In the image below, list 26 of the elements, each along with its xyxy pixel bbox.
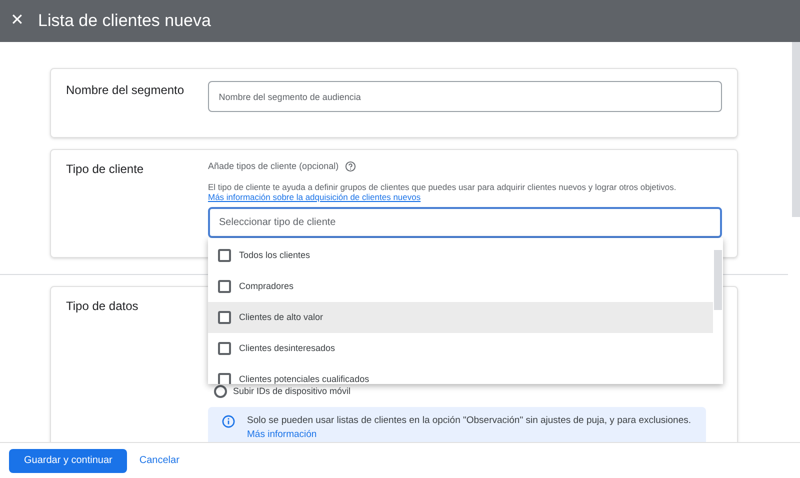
section-label: Tipo de datos [66,298,140,315]
customer-type-select[interactable]: Seleccionar tipo de cliente [208,206,722,238]
learn-more-link[interactable]: Más información sobre la adquisición de clientes nuevos [208,192,421,202]
radio-label: Subir IDs de dispositivo móvil [233,385,351,398]
help-icon[interactable] [344,161,356,172]
checkbox[interactable] [218,249,231,262]
checkbox[interactable] [218,280,231,293]
checkbox[interactable] [218,373,231,384]
radio-button[interactable] [214,385,227,398]
save-button[interactable]: Guardar y continuar [9,448,128,472]
section-label: Nombre del segmento [66,82,186,99]
checkbox[interactable] [218,342,231,355]
option-item[interactable]: Clientes potenciales cualificados [208,364,713,384]
hint-text: Añade tipos de cliente (opcional) [208,160,339,173]
checkbox[interactable] [218,311,231,324]
scrollbar[interactable] [792,42,800,217]
description-text: El tipo de cliente te ayuda a definir grupos de clientes que puedes usar para adquirir clientes nuevos y lograr otros objetivos. Más información sobre la adquisición de clientes nuevos [208,182,678,202]
info-icon [222,414,235,428]
info-link[interactable]: Más información [247,428,317,442]
page-title: Lista de clientes nueva [38,10,211,32]
info-text: Solo se pueden usar listas de clientes en la opción "Observación" sin ajustes de puja, y para exclusiones. [247,414,692,428]
section-label: Tipo de cliente [66,161,145,178]
cancel-button[interactable]: Cancelar [137,448,182,472]
option-item[interactable]: Clientes de alto valor [208,302,713,333]
segment-name-field[interactable]: Nombre del segmento de audiencia [208,81,722,112]
close-button[interactable]: ✕ [10,9,24,33]
